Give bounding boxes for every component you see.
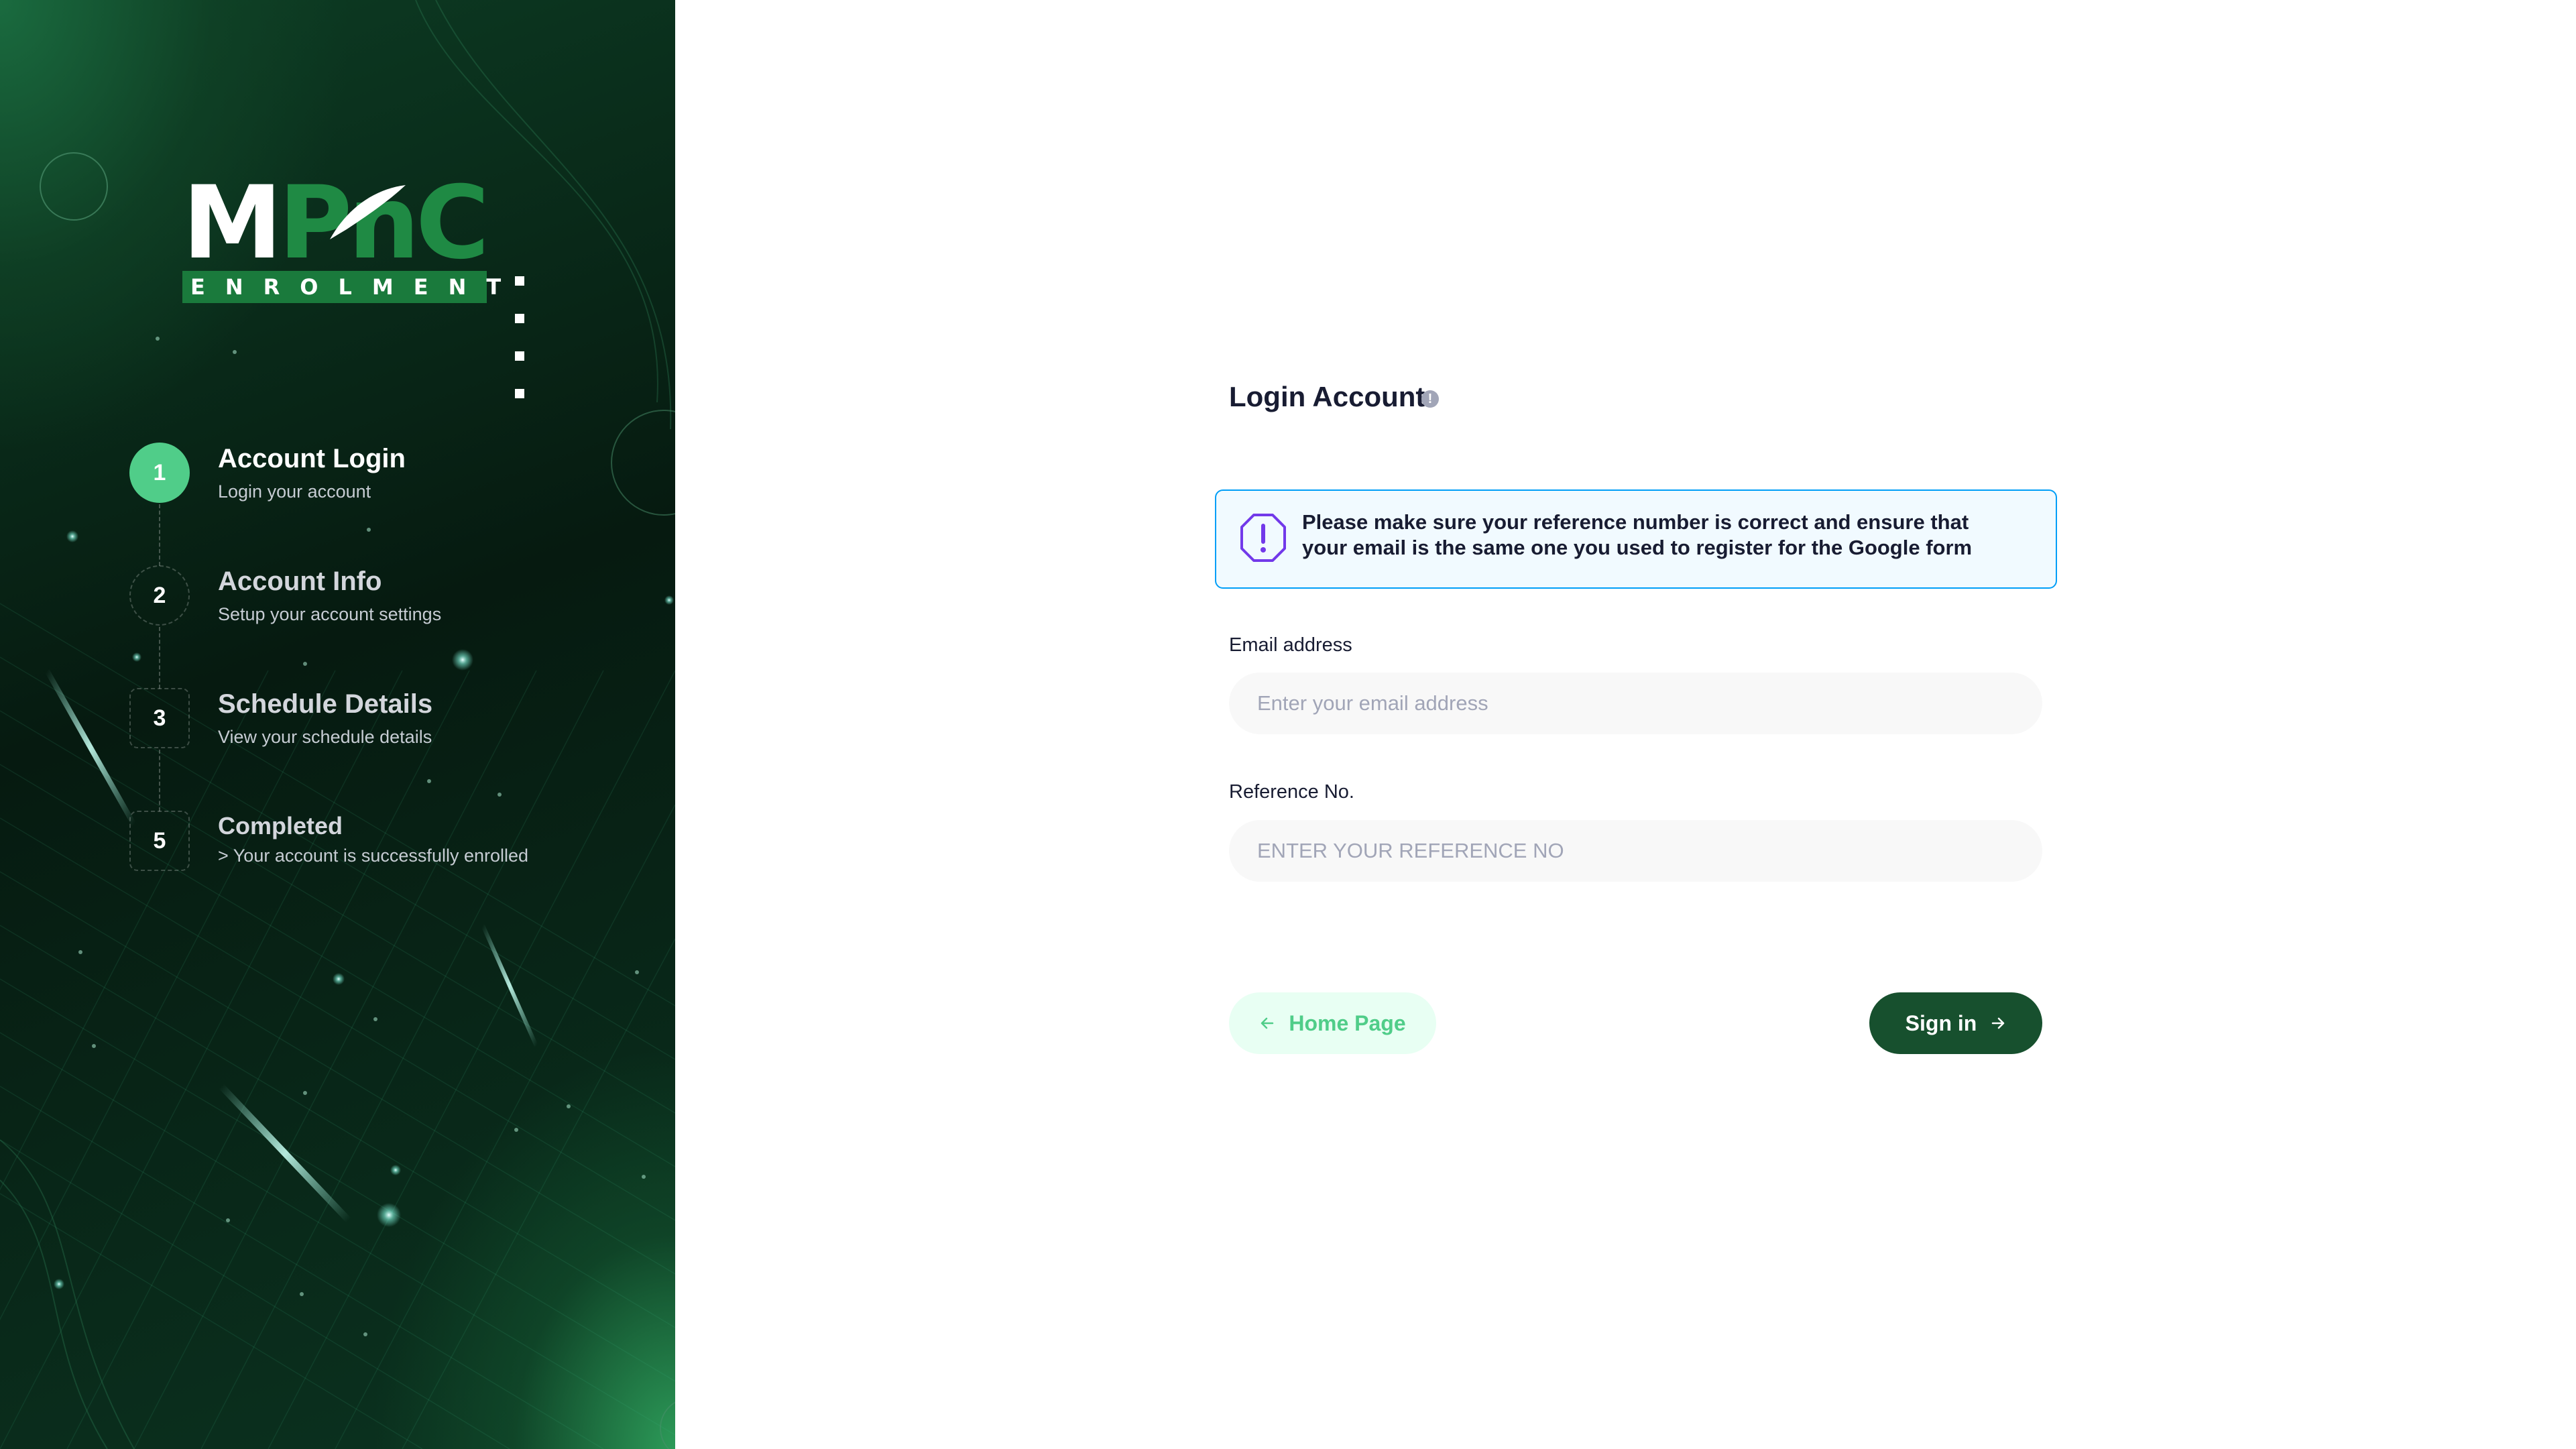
step-number: 5 bbox=[129, 811, 190, 871]
home-page-label: Home Page bbox=[1289, 1010, 1406, 1035]
step-title: Completed bbox=[218, 812, 343, 839]
step-account-info: 2 Account Info Setup your account settin… bbox=[129, 565, 599, 652]
email-field[interactable] bbox=[1229, 673, 2042, 734]
warning-octagon-icon bbox=[1240, 514, 1286, 562]
decorative-dots bbox=[515, 276, 524, 426]
step-account-login: 1 Account Login Login your account bbox=[129, 443, 599, 530]
email-label: Email address bbox=[1229, 634, 1352, 656]
logo-leaf-swoosh bbox=[330, 185, 406, 239]
step-description: View your schedule details bbox=[218, 727, 432, 747]
info-icon[interactable]: ! bbox=[1421, 390, 1439, 408]
sign-in-label: Sign in bbox=[1905, 1010, 1977, 1035]
notice-alert: Please make sure your reference number i… bbox=[1215, 489, 2057, 589]
step-title: Account Login bbox=[218, 444, 406, 473]
step-connector bbox=[159, 504, 160, 566]
step-title: Schedule Details bbox=[218, 689, 433, 719]
step-connector bbox=[159, 750, 160, 811]
step-connector bbox=[159, 627, 160, 689]
step-description: > Your account is successfully enrolled bbox=[218, 846, 529, 866]
page-title: Login Account bbox=[1229, 381, 1425, 412]
step-number: 3 bbox=[129, 688, 190, 748]
step-title: Account Info bbox=[218, 567, 382, 596]
step-description: Setup your account settings bbox=[218, 604, 442, 624]
arrow-left-icon bbox=[1261, 1017, 1274, 1029]
reference-number-field[interactable] bbox=[1229, 820, 2042, 882]
arrow-right-icon bbox=[1992, 1017, 2005, 1029]
step-schedule-details: 3 Schedule Details View your schedule de… bbox=[129, 688, 599, 775]
sidebar: MPnC ENROLMENT 1 Account Login Login you… bbox=[0, 0, 675, 1449]
step-number: 1 bbox=[129, 443, 190, 503]
step-number: 2 bbox=[129, 565, 190, 626]
reference-label: Reference No. bbox=[1229, 781, 1354, 803]
home-page-button[interactable]: Home Page bbox=[1229, 992, 1436, 1054]
sign-in-button[interactable]: Sign in bbox=[1869, 992, 2042, 1054]
notice-message: Please make sure your reference number i… bbox=[1302, 510, 1973, 559]
step-description: Login your account bbox=[218, 481, 371, 502]
mpnc-enrolment-logo: MPnC ENROLMENT bbox=[182, 173, 501, 303]
step-completed: 5 Completed > Your account is successful… bbox=[129, 811, 599, 898]
logo-tagline: ENROLMENT bbox=[182, 271, 501, 303]
